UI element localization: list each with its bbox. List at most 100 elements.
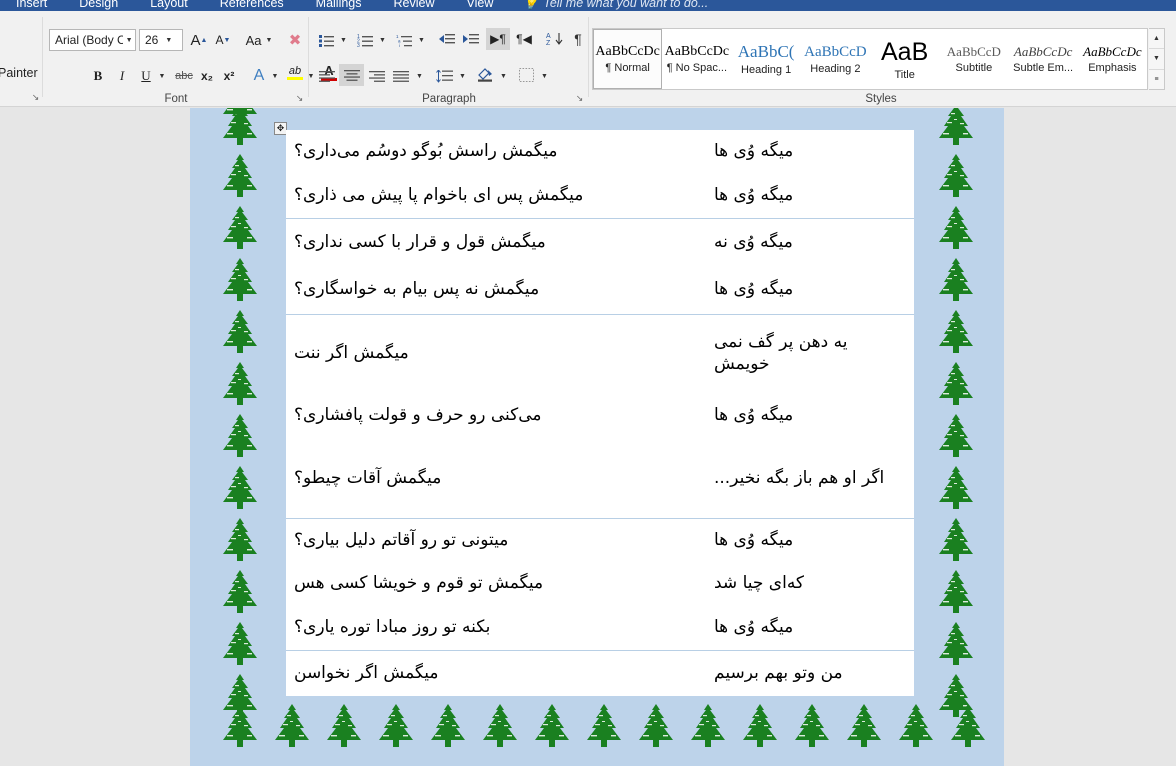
cell-response[interactable]: میگه وُی نه xyxy=(706,232,906,253)
pine-tree-icon xyxy=(214,466,266,520)
table-row[interactable]: میگه وُی هامیگمش پس ای باخوام پا پیش می … xyxy=(286,174,914,218)
subscript-button[interactable]: x₂ xyxy=(196,65,218,87)
cell-line[interactable]: میگمش قول و قرار با کسی نداری؟ xyxy=(294,232,706,253)
font-size-combobox[interactable]: 26 ▼ xyxy=(139,29,183,51)
table-row[interactable]: میگه وُی نهمیگمش قول و قرار با کسی نداری… xyxy=(286,218,914,266)
text-effects-dropdown-icon[interactable]: ▼ xyxy=(268,65,282,87)
tab-design[interactable]: Design xyxy=(63,0,134,10)
cell-line[interactable]: می‌کنی رو حرف و قولت پافشاری؟ xyxy=(294,405,706,426)
cell-line[interactable]: میگمش تو قوم و خویشا کسی هس xyxy=(294,573,706,594)
document-canvas[interactable]: ✥ میگه وُی هامیگمش راسش بُوگو دوسُم می‌د… xyxy=(0,108,1176,766)
underline-button[interactable]: U xyxy=(136,65,156,87)
cell-line[interactable]: میگمش اگر نخواسن xyxy=(294,663,706,684)
justify-dropdown-icon[interactable]: ▼ xyxy=(413,65,426,87)
cell-line[interactable]: میگمش آقات چیطو؟ xyxy=(294,468,706,489)
line-spacing-dropdown-icon[interactable]: ▼ xyxy=(456,65,469,87)
left-to-right-text-icon[interactable]: ▶¶ xyxy=(486,28,510,50)
borders-dropdown-icon[interactable]: ▼ xyxy=(538,65,551,87)
cell-line[interactable]: میگمش اگر ننت xyxy=(294,343,706,364)
table-row[interactable]: یه دهن پر گف نمی خویمشمیگمش اگر ننت xyxy=(286,314,914,392)
cell-response[interactable]: میگه وُی ها xyxy=(706,279,906,300)
cell-response[interactable]: میگه وُی ها xyxy=(706,617,906,638)
pine-tree-icon xyxy=(214,206,266,260)
tab-mailings[interactable]: Mailings xyxy=(300,0,378,10)
pine-tree-icon xyxy=(214,154,266,208)
tab-view[interactable]: View xyxy=(451,0,510,10)
table-row[interactable]: من وتو بهم برسیممیگمش اگر نخواسن xyxy=(286,650,914,696)
bullets-dropdown-icon[interactable]: ▼ xyxy=(337,29,350,51)
styles-group-label: Styles xyxy=(592,93,1170,105)
shading-icon[interactable] xyxy=(473,63,497,85)
cell-response[interactable]: اگر او هم باز بگه نخیر... xyxy=(706,468,906,489)
chevron-down-icon[interactable]: ▼ xyxy=(161,30,176,50)
tab-layout[interactable]: Layout xyxy=(134,0,204,10)
table-row[interactable]: میگه وُی هامیگمش راسش بُوگو دوسُم می‌دار… xyxy=(286,130,914,174)
cell-line[interactable]: میگمش راسش بُوگو دوسُم می‌داری؟ xyxy=(294,141,706,162)
borders-icon[interactable] xyxy=(514,64,538,86)
align-center-icon[interactable] xyxy=(339,64,364,86)
show-formatting-marks-button[interactable]: ¶ xyxy=(568,28,588,50)
tab-review[interactable]: Review xyxy=(378,0,451,10)
multilevel-dropdown-icon[interactable]: ▼ xyxy=(415,29,428,51)
table-row[interactable]: که‌ای چیا شدمیگمش تو قوم و خویشا کسی هس xyxy=(286,562,914,606)
multilevel-list-icon[interactable]: 1ai xyxy=(393,29,415,51)
cell-response[interactable]: من وتو بهم برسیم xyxy=(706,663,906,684)
clipboard-dialog-launcher[interactable]: ↘ xyxy=(30,92,41,103)
document-page[interactable]: ✥ میگه وُی هامیگمش راسش بُوگو دوسُم می‌د… xyxy=(190,108,1004,766)
sort-icon[interactable]: AZ xyxy=(542,28,566,50)
pine-tree-icon xyxy=(214,310,266,364)
font-dialog-launcher[interactable]: ↘ xyxy=(294,93,305,104)
cell-response[interactable]: میگه وُی ها xyxy=(706,530,906,551)
styles-group: Styles xyxy=(592,11,1170,107)
cell-response[interactable]: یه دهن پر گف نمی خویمش xyxy=(706,332,906,375)
shading-dropdown-icon[interactable]: ▼ xyxy=(497,65,510,87)
decrease-indent-icon[interactable] xyxy=(434,29,458,51)
chevron-down-icon[interactable]: ▼ xyxy=(123,30,135,50)
pine-tree-icon xyxy=(942,704,994,758)
italic-button[interactable]: I xyxy=(112,65,132,87)
cell-line[interactable]: میگمش پس ای باخوام پا پیش می ذاری؟ xyxy=(294,185,706,206)
poem-table[interactable]: میگه وُی هامیگمش راسش بُوگو دوسُم می‌دار… xyxy=(286,130,914,696)
cell-line[interactable]: میگمش نه پس بیام به خواسگاری؟ xyxy=(294,279,706,300)
text-effects-icon[interactable]: A xyxy=(248,65,270,87)
align-left-icon[interactable] xyxy=(315,65,339,87)
tell-me-search[interactable]: 💡 Tell me what you want to do... xyxy=(509,0,708,10)
pine-tree-icon xyxy=(214,108,266,132)
cell-response[interactable]: میگه وُی ها xyxy=(706,405,906,426)
cell-line[interactable]: میتونی تو رو آقاتم دلیل بیاری؟ xyxy=(294,530,706,551)
strikethrough-button[interactable]: abc xyxy=(172,65,196,87)
table-row[interactable]: میگه وُی هامیتونی تو رو آقاتم دلیل بیاری… xyxy=(286,518,914,562)
bold-button[interactable]: B xyxy=(88,65,108,87)
shrink-font-button[interactable]: A▼ xyxy=(212,29,234,51)
grow-font-button[interactable]: A▲ xyxy=(188,29,210,51)
right-to-left-text-icon[interactable]: ¶◀ xyxy=(512,28,536,50)
highlight-color-icon[interactable]: ab xyxy=(284,61,306,83)
pine-tree-icon xyxy=(474,704,526,758)
bullets-icon[interactable] xyxy=(315,29,337,51)
tab-insert[interactable]: Insert xyxy=(0,0,63,10)
tell-me-label: Tell me what you want to do... xyxy=(543,0,708,10)
change-case-button[interactable]: Aa▼ xyxy=(242,29,276,51)
format-painter-button[interactable]: Painter xyxy=(0,66,38,80)
cell-response[interactable]: که‌ای چیا شد xyxy=(706,573,906,594)
clear-formatting-icon[interactable]: ✖ xyxy=(284,29,306,51)
pine-tree-icon xyxy=(930,570,982,624)
cell-line[interactable]: بکنه تو روز مبادا توره یاری؟ xyxy=(294,617,706,638)
paragraph-dialog-launcher[interactable]: ↘ xyxy=(574,93,585,104)
cell-response[interactable]: میگه وُی ها xyxy=(706,141,906,162)
underline-dropdown-icon[interactable]: ▼ xyxy=(155,65,169,87)
numbering-dropdown-icon[interactable]: ▼ xyxy=(376,29,389,51)
justify-icon[interactable] xyxy=(389,65,413,87)
table-row[interactable]: میگه وُی هابکنه تو روز مبادا توره یاری؟ xyxy=(286,606,914,650)
increase-indent-icon[interactable] xyxy=(458,29,482,51)
table-row[interactable]: میگه وُی هامی‌کنی رو حرف و قولت پافشاری؟ xyxy=(286,392,914,440)
table-row[interactable]: میگه وُی هامیگمش نه پس بیام به خواسگاری؟ xyxy=(286,266,914,314)
table-row[interactable]: اگر او هم باز بگه نخیر...میگمش آقات چیطو… xyxy=(286,440,914,518)
superscript-button[interactable]: x² xyxy=(218,65,240,87)
tab-references[interactable]: References xyxy=(204,0,300,10)
align-right-icon[interactable] xyxy=(365,65,389,87)
font-name-combobox[interactable]: Arial (Body CS) ▼ xyxy=(49,29,136,51)
line-spacing-icon[interactable] xyxy=(432,65,456,87)
numbering-icon[interactable]: 123 xyxy=(354,29,376,51)
cell-response[interactable]: میگه وُی ها xyxy=(706,185,906,206)
